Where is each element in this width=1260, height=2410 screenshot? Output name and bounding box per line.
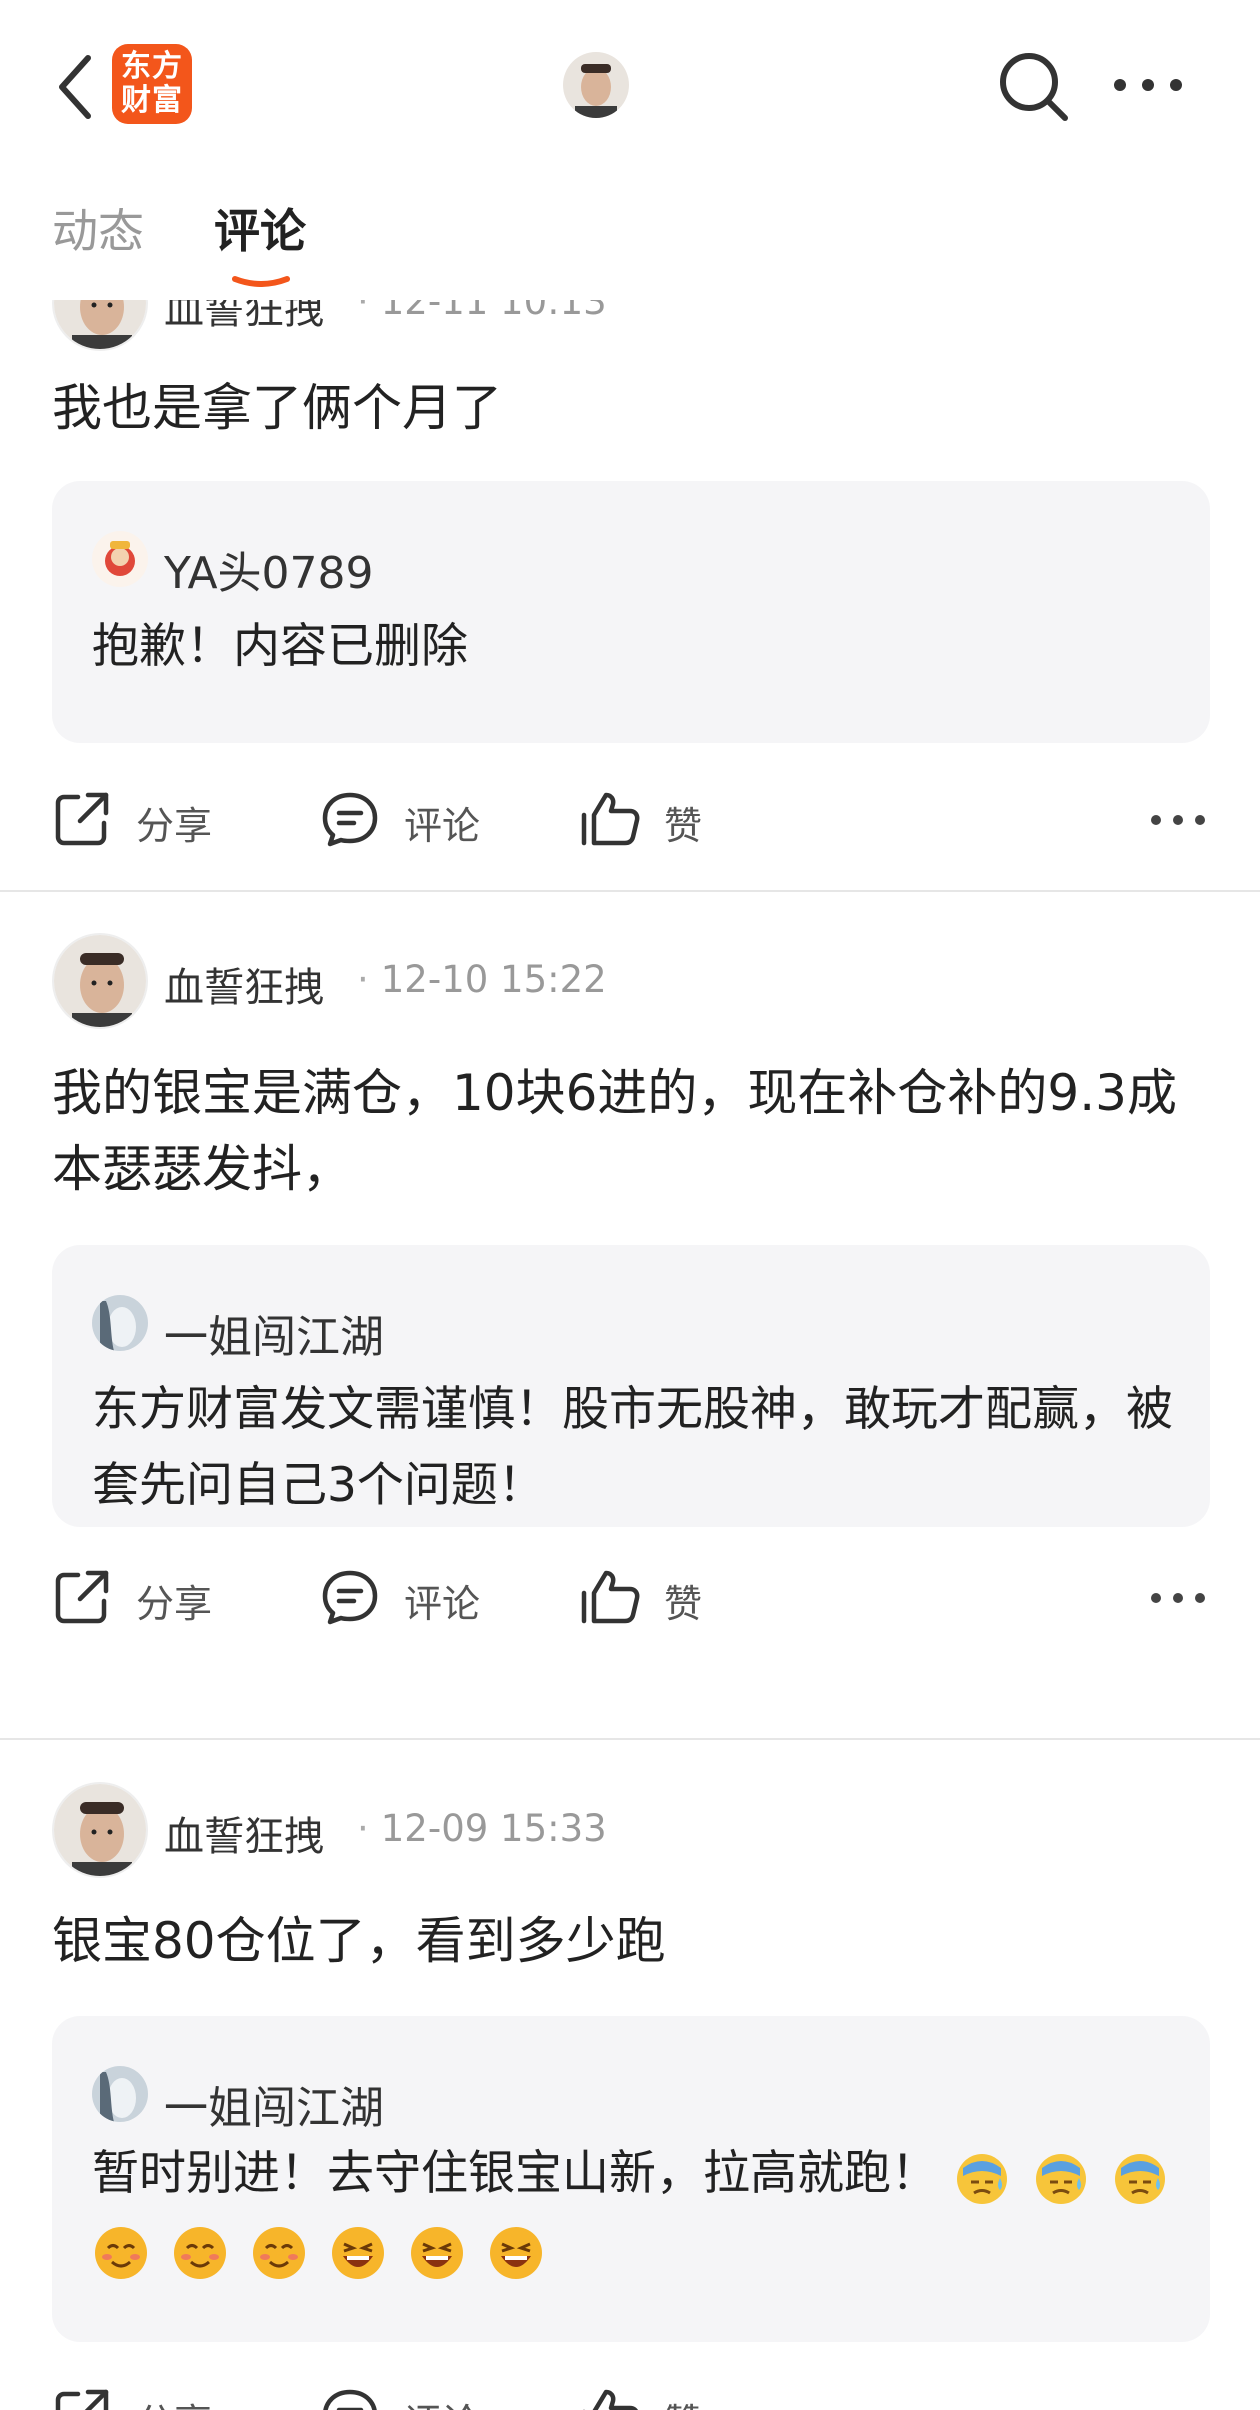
search-icon[interactable] (995, 48, 1071, 124)
quoted-text-content: 暂时别进！去守住银宝山新，拉高就跑！ (92, 2146, 938, 2201)
quoted-user-name[interactable]: 一姐闯江湖 (164, 1301, 384, 1365)
chevron-left-icon[interactable] (50, 52, 100, 122)
quoted-user-avatar[interactable] (92, 2066, 148, 2122)
blush-face-icon (95, 2226, 147, 2279)
author-avatar[interactable] (52, 933, 148, 1029)
blush-face-icon (252, 2226, 305, 2279)
quoted-post[interactable]: YA头0789 抱歉！内容已删除 (52, 481, 1210, 743)
like-label: 赞 (664, 804, 703, 848)
tab-comments[interactable]: 评论 (214, 195, 306, 261)
comment-bubble-icon (323, 2389, 377, 2410)
comment-label: 评论 (404, 2392, 480, 2410)
comment-text[interactable]: 我的银宝是满仓，10块6进的，现在补仓补的9.3成本瑟瑟发抖， (52, 1055, 1212, 1207)
comment-time: · 12-09 15:33 (357, 1807, 607, 1850)
laughing-face-icon (489, 2226, 542, 2279)
app-logo[interactable]: 东方财富 (112, 44, 192, 124)
quoted-user-avatar[interactable] (92, 1295, 148, 1351)
quoted-user-avatar[interactable] (92, 531, 148, 587)
quoted-post[interactable]: 一姐闯江湖 暂时别进！去守住银宝山新，拉高就跑！ (52, 2016, 1210, 2342)
share-label: 分享 (136, 804, 213, 848)
author-avatar[interactable] (52, 1782, 148, 1878)
laughing-face-icon (410, 2226, 463, 2279)
quoted-text: 抱歉！内容已删除 (92, 619, 468, 674)
comment-label: 评论 (404, 804, 481, 848)
comment-bubble-icon (322, 1570, 378, 1625)
tab-dynamic[interactable]: 动态 (52, 195, 144, 261)
quoted-text: 东方财富发文需谨慎！股市无股神，敢玩才配赢，被套先问自己3个问题！ (92, 1382, 1173, 1513)
sweat-face-icon (1114, 2153, 1165, 2204)
top-bar: 东方财富 动态 评论 (0, 0, 1260, 300)
share-label: 分享 (136, 2392, 212, 2410)
divider (0, 890, 1260, 892)
comment-text[interactable]: 银宝80仓位了，看到多少跑 (52, 1903, 1212, 1979)
share-label: 分享 (136, 1582, 213, 1626)
more-dots-icon[interactable] (1148, 805, 1208, 835)
sweat-face-icon (956, 2153, 1007, 2204)
action-bar: 分享 评论 赞 (52, 2382, 1212, 2410)
more-dots-icon[interactable] (1148, 1583, 1208, 1613)
thumbs-up-icon (581, 1570, 640, 1624)
divider (0, 1738, 1260, 1740)
laughing-face-icon (331, 2226, 384, 2279)
comment-label: 评论 (404, 1582, 481, 1626)
comment-time: · 12-10 15:22 (357, 958, 607, 1001)
quoted-user-name[interactable]: YA头0789 (164, 537, 374, 601)
active-tab-indicator (232, 276, 290, 287)
like-label: 赞 (664, 1582, 703, 1626)
more-dots-icon[interactable] (1110, 60, 1186, 110)
sweat-face-icon (1035, 2153, 1086, 2204)
quoted-text: 暂时别进！去守住银宝山新，拉高就跑！ (92, 2136, 1182, 2288)
blush-face-icon (173, 2226, 226, 2279)
profile-avatar[interactable] (563, 52, 629, 118)
author-name[interactable]: 血誓狂拽 (164, 1804, 324, 1862)
quoted-post[interactable]: 一姐闯江湖 东方财富发文需谨慎！股市无股神，敢玩才配赢，被套先问自己3个问题！ (52, 1245, 1210, 1527)
author-name[interactable]: 血誓狂拽 (164, 955, 324, 1013)
action-bar: 分享 评论 赞 (52, 1563, 1212, 1633)
share-icon (55, 2389, 109, 2410)
share-icon (55, 1570, 109, 1624)
thumbs-up-icon (581, 792, 640, 846)
like-label: 赞 (664, 2392, 702, 2410)
comment-bubble-icon (322, 792, 378, 847)
quoted-user-name[interactable]: 一姐闯江湖 (164, 2072, 384, 2136)
action-bar: 分享 评论 赞 (52, 785, 1212, 855)
comment-text[interactable]: 我也是拿了俩个月了 (52, 370, 1212, 446)
thumbs-up-icon (582, 2389, 638, 2410)
share-icon (55, 792, 109, 846)
